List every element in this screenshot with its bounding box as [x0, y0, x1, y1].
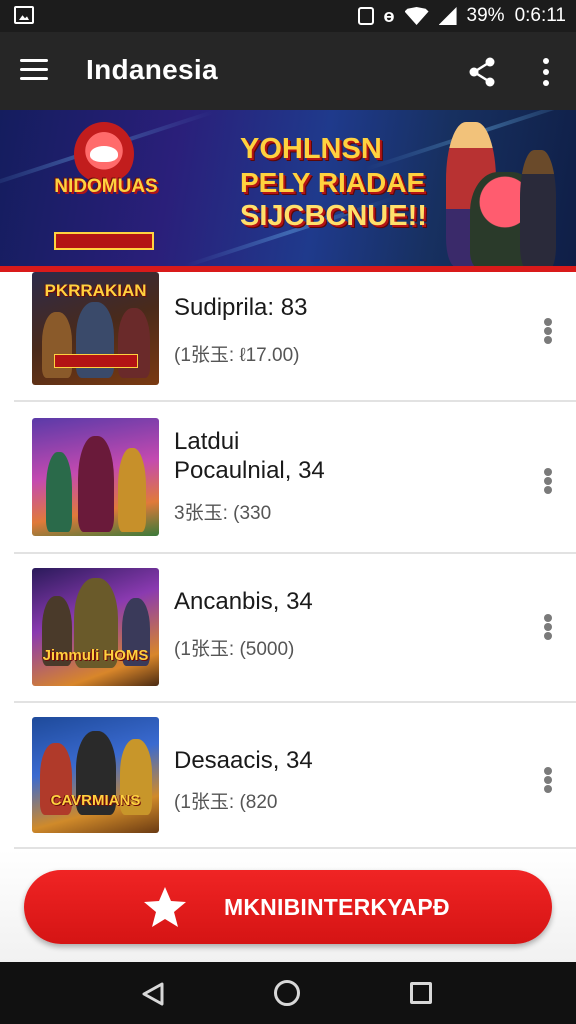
list-item[interactable]: Jimmuli HOMS Ancanbis, 34 (1张玉: (5000) — [0, 554, 576, 702]
back-icon[interactable] — [140, 982, 166, 1006]
game-thumbnail: CAVRMIANS — [32, 717, 159, 833]
thumbnail-caption: Jimmuli HOMS — [42, 647, 149, 664]
game-title-line: Ancanbis, 34 — [174, 588, 313, 615]
thumbnail-caption: PKRRAKIAN — [44, 281, 147, 300]
item-more-icon[interactable] — [542, 614, 554, 640]
hero-figure — [520, 150, 556, 270]
share-icon[interactable] — [466, 56, 498, 88]
vibrate-icon — [357, 7, 374, 25]
game-title: Ancanbis, 34 — [174, 588, 313, 617]
list-item[interactable]: CAVRMIANS Desaacis, 34 (1张玉: (820 — [0, 703, 576, 847]
page-title: Indanesia — [86, 54, 218, 85]
nfc-icon: ɵ — [383, 5, 395, 26]
more-vert-icon[interactable] — [536, 56, 556, 88]
banner-headline-line: SIJCBCNUE!! — [240, 200, 427, 233]
game-title-line: Pocaulnial, 34 — [174, 456, 325, 484]
banner-headline: YOHLNSN PELY RIADAE SIJCBCNUE!! — [240, 132, 450, 233]
home-icon[interactable] — [274, 980, 300, 1006]
game-title: Latdui Pocaulnial, 34 — [174, 428, 325, 486]
app-bar: Indanesia — [0, 32, 576, 110]
clock: 0:6:11 — [514, 5, 566, 26]
game-thumbnail — [32, 418, 159, 536]
battery-percent: 39% — [466, 5, 505, 26]
status-icons: ɵ 39% 0:6:11 — [357, 0, 566, 32]
banner-headline-line: PELY RIADAE — [240, 167, 426, 199]
list-item[interactable]: Latdui Pocaulnial, 34 3张玉: (330 — [0, 402, 576, 552]
gallery-icon — [14, 6, 34, 24]
banner-logo: NIDOMUAS — [40, 122, 168, 260]
promo-banner[interactable]: NIDOMUAS YOHLNSN PELY RIADAE SIJCBCNUE!! — [0, 110, 576, 272]
signal-icon — [438, 7, 457, 25]
divider — [14, 847, 576, 849]
list-item[interactable]: PKRRAKIAN Sudiprila: 83 (1张玉: ℓ17.00) — [0, 272, 576, 400]
item-more-icon[interactable] — [542, 767, 554, 793]
game-title: Sudiprila: 83 — [174, 294, 307, 323]
game-title: Desaacis, 34 — [174, 747, 313, 776]
wifi-icon — [404, 7, 429, 25]
banner-logo-tag — [54, 232, 154, 250]
star-icon — [144, 887, 186, 927]
system-nav-bar — [0, 962, 576, 1024]
item-more-icon[interactable] — [542, 468, 554, 494]
thumbnail-caption: CAVRMIANS — [50, 792, 141, 809]
item-more-icon[interactable] — [542, 318, 554, 344]
banner-headline-line: YOHLNSN — [240, 133, 382, 165]
menu-icon[interactable] — [20, 59, 48, 81]
game-subtitle: (1张玉: (820 — [174, 792, 278, 813]
game-title-line: Desaacis, 34 — [174, 747, 313, 774]
game-subtitle: 3张玉: (330 — [174, 503, 272, 524]
primary-action-button[interactable]: MKNIBINTERKYAPÐ — [24, 870, 552, 944]
game-subtitle: (1张玉: ℓ17.00) — [174, 345, 300, 366]
primary-action-label: MKNIBINTERKYAPÐ — [224, 894, 450, 920]
recents-icon[interactable] — [410, 982, 432, 1004]
banner-logo-text: NIDOMUAS — [54, 176, 158, 197]
game-subtitle: (1张玉: (5000) — [174, 639, 295, 660]
status-bar: ɵ 39% 0:6:11 — [0, 0, 576, 32]
game-thumbnail: Jimmuli HOMS — [32, 568, 159, 686]
game-title-line: Sudiprila: 83 — [174, 294, 308, 321]
game-title-line: Latdui — [174, 428, 240, 455]
game-thumbnail: PKRRAKIAN — [32, 272, 159, 385]
